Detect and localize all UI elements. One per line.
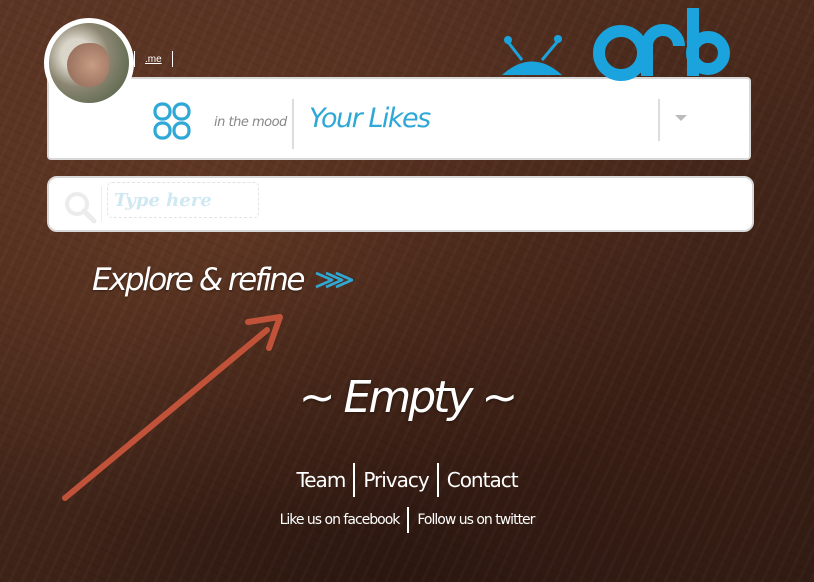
contact-link[interactable]: Contact [439, 463, 526, 497]
search-panel [47, 176, 754, 232]
robot-antenna-icon [502, 35, 562, 75]
double-chevron-right-icon [315, 271, 353, 289]
privacy-link[interactable]: Privacy [355, 463, 436, 497]
divider [101, 186, 102, 222]
search-icon[interactable] [63, 190, 97, 224]
avatar[interactable] [44, 18, 134, 108]
mood-label: in the mood [214, 115, 287, 130]
facebook-link[interactable]: Like us on facebook [272, 507, 408, 533]
profile-link[interactable]: .me [135, 54, 172, 65]
avatar-face [67, 43, 109, 87]
empty-state-message: ~ Empty ~ [298, 372, 519, 423]
search-input[interactable] [107, 182, 259, 218]
divider [171, 51, 173, 67]
user-links: .me [134, 50, 173, 68]
mood-panel: in the mood Your Likes [47, 77, 751, 160]
social-links: Like us on facebook Follow us on twitter [0, 507, 814, 533]
divider [658, 99, 660, 141]
team-link[interactable]: Team [288, 463, 353, 497]
logo-wordmark [593, 8, 730, 81]
divider [292, 99, 294, 149]
orb-logo[interactable] [498, 4, 730, 82]
chevron-down-icon[interactable] [675, 115, 687, 121]
mood-grid-icon[interactable] [152, 101, 192, 141]
footer-nav: Team Privacy Contact [0, 463, 814, 497]
explore-refine-button[interactable]: Explore & refine [92, 262, 353, 298]
mood-select[interactable]: Your Likes [309, 103, 431, 134]
explore-label: Explore & refine [92, 262, 305, 298]
twitter-link[interactable]: Follow us on twitter [409, 507, 542, 533]
